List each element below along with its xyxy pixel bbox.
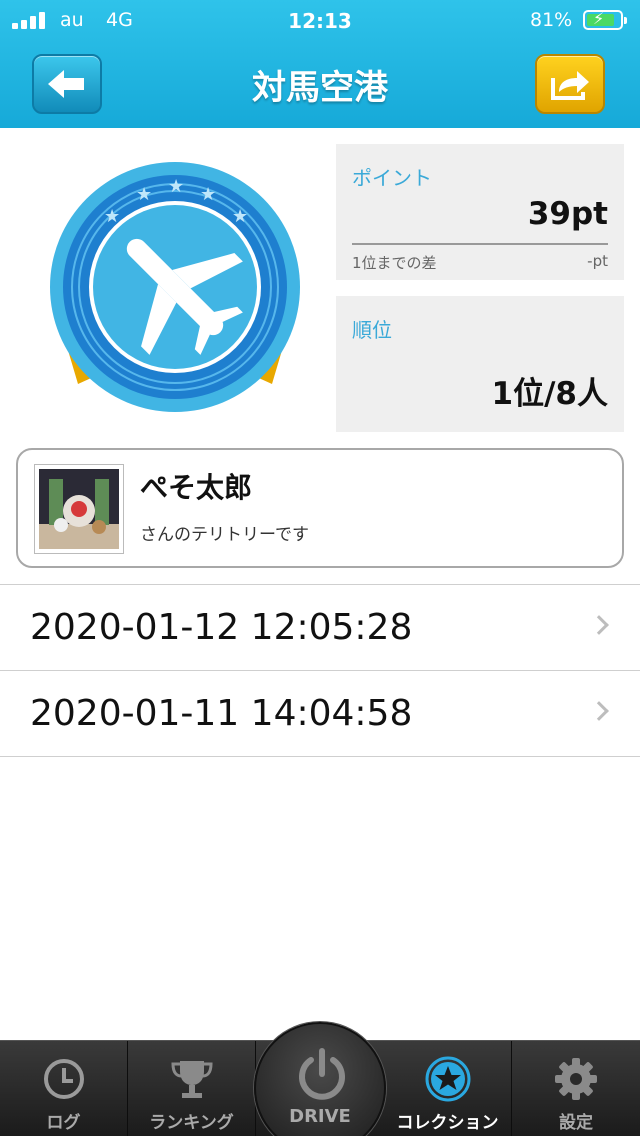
points-divider bbox=[352, 243, 608, 245]
visit-timestamp: 2020-01-11 14:04:58 bbox=[30, 693, 413, 734]
visit-history-list: 2020-01-12 12:05:28 2020-01-11 14:04:58 bbox=[0, 584, 640, 757]
tab-log-label: ログ bbox=[46, 1113, 81, 1133]
rank-label: 順位 bbox=[352, 318, 392, 342]
battery-percent: 81% bbox=[530, 9, 573, 31]
rank-card: 順位 1位/8人 bbox=[336, 296, 624, 432]
share-icon bbox=[551, 71, 589, 100]
svg-text:★: ★ bbox=[200, 184, 216, 205]
list-item[interactable]: 2020-01-12 12:05:28 bbox=[0, 585, 640, 671]
svg-text:★: ★ bbox=[136, 184, 152, 205]
tab-log[interactable]: ログ bbox=[0, 1041, 128, 1136]
drive-label: DRIVE bbox=[289, 1106, 351, 1127]
tab-settings-label: 設定 bbox=[559, 1113, 593, 1133]
svg-text:★: ★ bbox=[104, 206, 120, 227]
owner-avatar bbox=[34, 464, 124, 554]
owner-name: ぺそ太郎 bbox=[140, 471, 253, 504]
rank-value: 1位/8人 bbox=[491, 376, 608, 412]
points-label: ポイント bbox=[352, 166, 432, 190]
owner-subtitle: さんのテリトリーです bbox=[140, 525, 309, 545]
share-button[interactable] bbox=[535, 54, 605, 114]
battery-icon: ⚡ bbox=[583, 9, 627, 30]
chevron-right-icon bbox=[589, 615, 609, 635]
gear-icon bbox=[555, 1058, 597, 1100]
chevron-right-icon bbox=[589, 701, 609, 721]
status-bar: au 4G 12:13 81% ⚡ bbox=[0, 0, 640, 40]
tab-collection[interactable]: コレクション bbox=[384, 1041, 512, 1136]
svg-text:★: ★ bbox=[168, 176, 184, 197]
clock-icon bbox=[43, 1059, 84, 1099]
tab-ranking[interactable]: ランキング bbox=[128, 1041, 256, 1136]
tab-collection-label: コレクション bbox=[396, 1113, 499, 1133]
star-icon bbox=[425, 1056, 470, 1102]
diff-label: 1位までの差 bbox=[352, 254, 437, 272]
diff-value: -pt bbox=[587, 252, 608, 270]
territory-owner-card[interactable]: ぺそ太郎 さんのテリトリーです bbox=[16, 448, 624, 568]
points-card: ポイント 39pt 1位までの差 -pt bbox=[336, 144, 624, 280]
tab-ranking-label: ランキング bbox=[149, 1113, 234, 1133]
back-button[interactable] bbox=[32, 54, 102, 114]
trophy-icon bbox=[170, 1061, 213, 1098]
power-icon bbox=[299, 1048, 345, 1100]
tab-settings[interactable]: 設定 bbox=[512, 1041, 640, 1136]
svg-text:★: ★ bbox=[232, 206, 248, 227]
airport-badge: ★ ★ ★ ★ ★ bbox=[50, 162, 300, 412]
list-item[interactable]: 2020-01-11 14:04:58 bbox=[0, 671, 640, 757]
points-value: 39pt bbox=[527, 196, 608, 232]
page-title: 対馬空港 bbox=[252, 68, 388, 108]
app-header: au 4G 12:13 81% ⚡ 対馬空港 bbox=[0, 0, 640, 128]
back-arrow-icon bbox=[48, 70, 84, 98]
visit-timestamp: 2020-01-12 12:05:28 bbox=[30, 607, 413, 648]
